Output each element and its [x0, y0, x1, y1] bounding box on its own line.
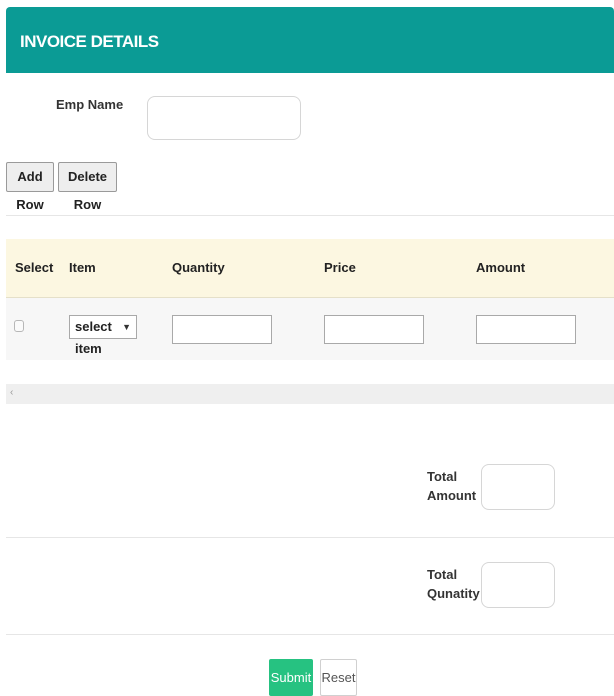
header-price: Price [324, 260, 356, 275]
total-quantity-label-line2: Qunatity [427, 586, 480, 601]
divider [6, 215, 614, 216]
page-title: INVOICE DETAILS [20, 32, 159, 51]
header-select: Select [15, 260, 54, 275]
emp-name-label: Emp Name [56, 97, 124, 112]
reset-button[interactable]: Reset [320, 659, 357, 696]
scroll-left-arrow-icon[interactable]: ‹ [10, 387, 13, 398]
horizontal-scrollbar[interactable]: ‹ [6, 384, 614, 404]
amount-input[interactable] [476, 315, 576, 344]
total-amount-label: Total Amount [427, 467, 476, 505]
total-quantity-label: Total Qunatity [427, 565, 480, 603]
quantity-input[interactable] [172, 315, 272, 344]
total-quantity-input[interactable] [481, 562, 555, 608]
table-header-row: Select Item Quantity Price Amount [6, 239, 614, 298]
total-amount-label-line1: Total [427, 469, 458, 484]
item-select[interactable]: select item ▼ [69, 315, 137, 356]
total-amount-label-line2: Amount [427, 488, 477, 503]
table-row: select item ▼ [6, 298, 614, 360]
divider [6, 537, 614, 538]
emp-name-input[interactable] [147, 96, 301, 140]
add-row-button[interactable]: Add Row [6, 162, 54, 212]
submit-button[interactable]: Submit [269, 659, 313, 696]
divider [6, 634, 614, 635]
delete-row-button[interactable]: Delete Row [58, 162, 117, 212]
dropdown-arrow-icon: ▼ [122, 322, 131, 332]
header-amount: Amount [476, 260, 526, 275]
price-input[interactable] [324, 315, 424, 344]
row-select-checkbox[interactable] [14, 320, 24, 332]
total-amount-input[interactable] [481, 464, 555, 510]
header-quantity: Quantity [172, 260, 225, 275]
total-quantity-label-line1: Total [427, 567, 458, 582]
invoice-header: INVOICE DETAILS [6, 7, 614, 73]
header-item: Item [69, 260, 96, 275]
item-select-value: select item [75, 319, 112, 356]
